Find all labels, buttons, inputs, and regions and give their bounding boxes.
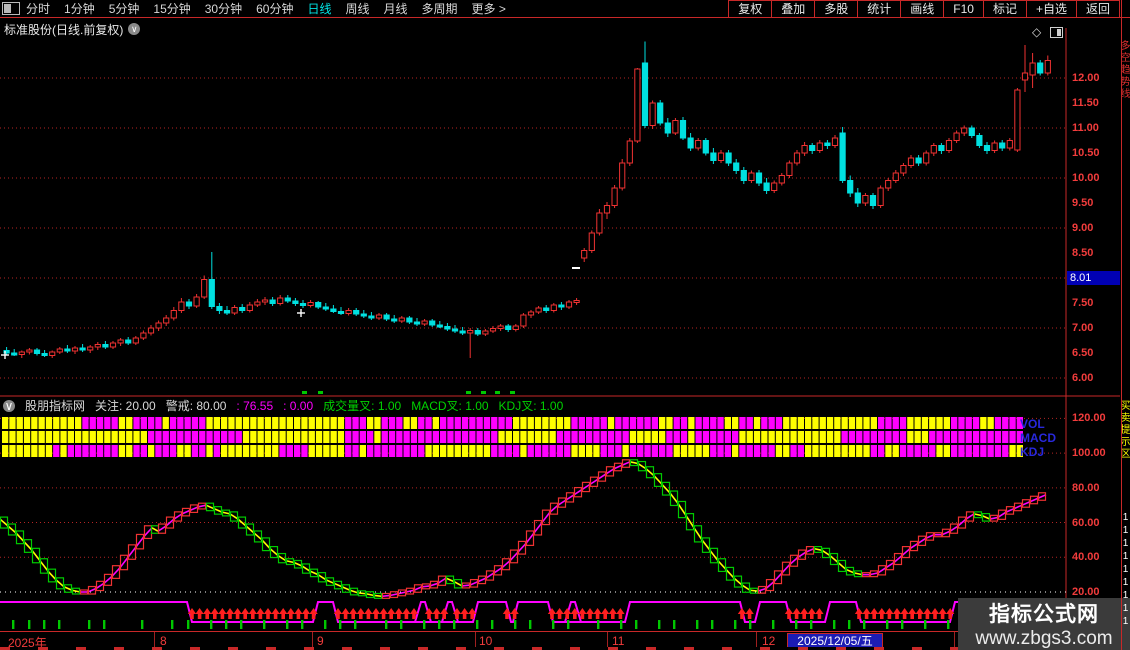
kdj-wave (0, 459, 1047, 599)
indicator-header-item-5: MACD叉: 1.00 (411, 399, 489, 413)
date-label-11: 11 (612, 634, 625, 648)
indicator-header-item-3: : 0.00 (283, 398, 314, 413)
date-label-9: 9 (317, 634, 324, 648)
watermark: 指标公式网 www.zbgs3.com (958, 598, 1130, 650)
block-row-label-VOL: VOL (1020, 417, 1045, 431)
signal-blocks: VOLMACDKDJ (2, 417, 1056, 459)
date-label-10: 10 (479, 634, 493, 648)
date-label-12: 12 (762, 634, 776, 648)
indicator-header-item-0: 关注: 20.00 (95, 399, 156, 413)
indicator-name: 股朋指标网 (25, 399, 86, 413)
candles-layer (3, 41, 1051, 358)
app-window: { "toolbar": { "tabs": [ {"label":"分时","… (0, 0, 1130, 650)
watermark-url: www.zbgs3.com (975, 628, 1113, 649)
indicator-header: ∨ 股朋指标网 关注: 20.00 警戒: 80.00 : 76.55 : 0.00 成… (3, 398, 563, 413)
buy-arrows (187, 608, 955, 619)
panel-borders (0, 28, 1120, 650)
indicator-header-item-4: 成交量叉: 1.00 (323, 399, 402, 413)
chart-canvas[interactable]: VOLMACDKDJ (0, 0, 1130, 650)
main-gridlines (0, 77, 1066, 379)
right-strip-text-top: 多空趋势线 (1122, 40, 1129, 100)
date-label-8: 8 (160, 634, 167, 648)
right-strip-text-mid: 买卖提示区 (1122, 400, 1129, 460)
indicator-header-item-1: 警戒: 80.00 (165, 399, 227, 413)
green-ticks (12, 620, 973, 629)
watermark-title: 指标公式网 (989, 603, 1099, 626)
indicator-gridlines (0, 417, 1066, 593)
right-edge-strip: 多空趋势线 买卖提示区 111111111 (1121, 0, 1130, 650)
indicator-collapse-icon[interactable]: ∨ (3, 399, 15, 412)
right-strip-numbers: 111111111 (1122, 512, 1130, 629)
indicator-header-item-2: : 76.55 (236, 398, 274, 413)
block-row-label-KDJ: KDJ (1020, 445, 1044, 459)
block-row-label-MACD: MACD (1020, 431, 1056, 445)
indicator-header-item-6: KDJ叉: 1.00 (498, 399, 564, 413)
